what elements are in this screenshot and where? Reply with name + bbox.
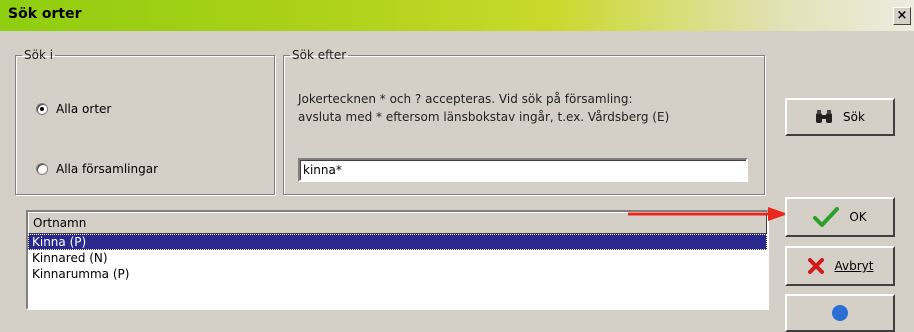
close-button[interactable]: × xyxy=(893,7,911,25)
results-list[interactable]: Ortnamn Kinna (P) Kinnared (N) Kinnarumm… xyxy=(26,210,769,310)
x-icon xyxy=(807,258,824,274)
wildcard-hint: Jokertecknen * och ? accepteras. Vid sök… xyxy=(298,90,758,126)
window-title: Sök orter xyxy=(8,6,82,22)
search-button-label: Sök xyxy=(843,110,865,124)
list-item[interactable]: Kinnared (N) xyxy=(28,250,767,266)
radio-all-places-label: Alla orter xyxy=(56,102,112,116)
help-button[interactable] xyxy=(785,294,895,332)
hint-line-1: Jokertecknen * och ? accepteras. Vid sök… xyxy=(298,92,633,106)
search-button[interactable]: Sök xyxy=(785,98,895,136)
search-in-group: Sök i Alla orter Alla församlingar xyxy=(15,48,275,195)
ok-button[interactable]: OK xyxy=(785,197,895,237)
cancel-button[interactable]: Avbryt xyxy=(785,246,895,286)
search-input[interactable] xyxy=(298,158,748,182)
search-for-group: Sök efter Jokertecknen * och ? acceptera… xyxy=(283,48,765,195)
radio-unselected-icon xyxy=(36,163,48,175)
list-item[interactable]: Kinnarumma (P) xyxy=(28,266,767,282)
help-icon xyxy=(832,305,848,321)
search-in-legend: Sök i xyxy=(24,48,54,62)
cancel-button-label: Avbryt xyxy=(834,259,874,273)
radio-selected-icon xyxy=(36,103,48,115)
search-for-legend: Sök efter xyxy=(292,48,347,62)
hint-line-2: avsluta med * eftersom länsbokstav ingår… xyxy=(298,110,670,124)
radio-all-parishes[interactable]: Alla församlingar xyxy=(36,162,158,176)
radio-all-places[interactable]: Alla orter xyxy=(36,102,111,116)
radio-all-parishes-label: Alla församlingar xyxy=(56,162,159,176)
annotation-arrow xyxy=(628,207,788,221)
ok-button-label: OK xyxy=(849,210,867,224)
list-item[interactable]: Kinna (P) xyxy=(28,234,767,250)
checkmark-icon xyxy=(813,207,840,227)
binoculars-icon xyxy=(816,110,833,123)
close-icon: × xyxy=(896,8,908,23)
title-bar: Sök orter × xyxy=(0,0,914,31)
